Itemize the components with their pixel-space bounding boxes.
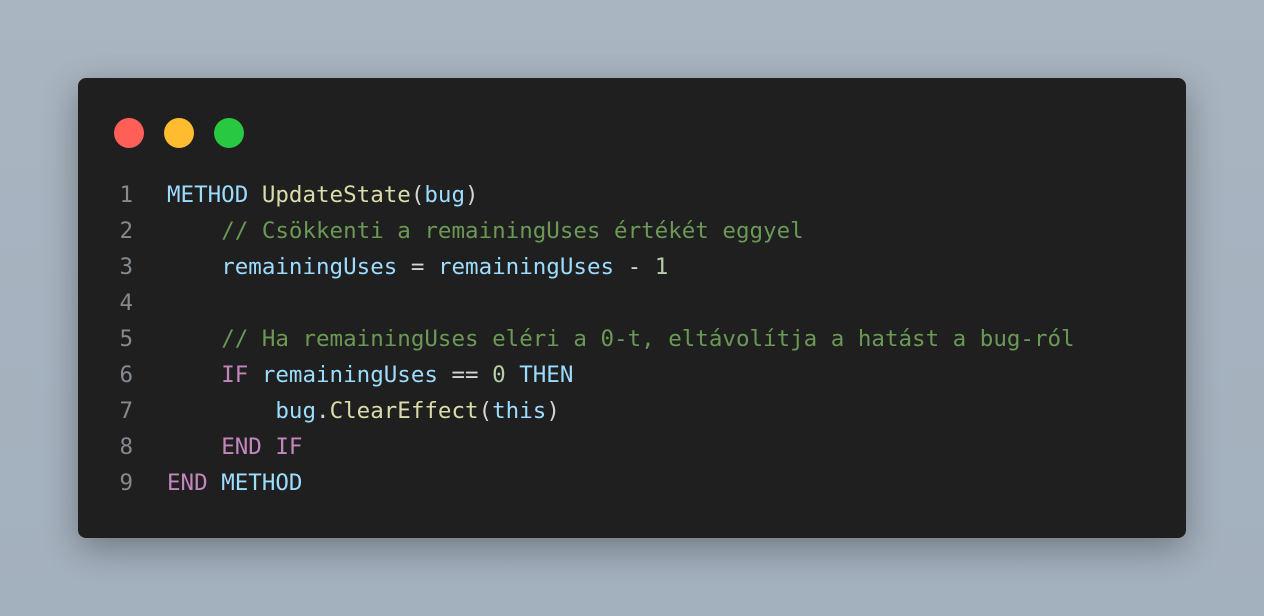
line-number: 2 <box>119 218 133 244</box>
code-line: 8 END IF <box>78 429 1186 465</box>
line-number: 3 <box>119 254 133 280</box>
code-line: 5 // Ha remainingUses eléri a 0-t, eltáv… <box>78 321 1186 357</box>
code-token: THEN <box>519 362 574 388</box>
code-line: 3 remainingUses = remainingUses - 1 <box>78 249 1186 285</box>
line-number: 1 <box>119 182 133 208</box>
window-controls <box>114 118 244 148</box>
code-token: IF <box>275 434 303 460</box>
code-token: END <box>167 470 208 496</box>
code-token: METHOD <box>221 470 303 496</box>
line-code: METHOD UpdateState(bug) <box>167 182 479 208</box>
code-token: ( <box>410 182 425 208</box>
line-number: 5 <box>119 326 133 352</box>
code-line: 6 IF remainingUses == 0 THEN <box>78 357 1186 393</box>
code-token: remainingUses <box>221 254 398 280</box>
code-line: 7 bug.ClearEffect(this) <box>78 393 1186 429</box>
code-token: this <box>492 398 547 424</box>
code-token: 1 <box>654 254 669 280</box>
minimize-button[interactable] <box>164 118 194 148</box>
zoom-button[interactable] <box>214 118 244 148</box>
code-token: METHOD <box>167 182 249 208</box>
code-token: remainingUses <box>437 254 615 280</box>
code-line: 2 // Csökkenti a remainingUses értékét e… <box>78 213 1186 249</box>
line-code: // Csökkenti a remainingUses értékét egg… <box>167 218 804 244</box>
code-token: == <box>437 362 493 388</box>
code-window: 1 METHOD UpdateState(bug) 2 // Csökkenti a… <box>78 78 1186 538</box>
code-token: = <box>397 254 438 280</box>
line-code: remainingUses = remainingUses - 1 <box>167 254 668 280</box>
code-token: // Csökkenti a remainingUses értékét egg… <box>221 218 804 244</box>
line-code: END METHOD <box>167 470 302 496</box>
code-line: 9 END METHOD <box>78 465 1186 501</box>
line-number: 8 <box>119 434 133 460</box>
line-code: bug.ClearEffect(this) <box>167 398 560 424</box>
code-token: // Ha remainingUses eléri a 0-t, eltávol… <box>221 326 1075 352</box>
code-token: IF <box>221 362 249 388</box>
code-token: ) <box>546 398 560 424</box>
line-number: 4 <box>119 290 133 316</box>
code-token: 0 <box>492 362 506 388</box>
code-block: 1 METHOD UpdateState(bug) 2 // Csökkenti a… <box>78 177 1186 501</box>
line-number: 9 <box>119 470 133 496</box>
code-token: ( <box>478 398 493 424</box>
code-token: END <box>221 434 262 460</box>
code-token: UpdateState <box>261 182 411 208</box>
line-number: 6 <box>119 362 133 388</box>
code-token: ClearEffect <box>329 398 479 424</box>
code-token: . <box>316 398 330 424</box>
code-token: bug <box>275 398 317 424</box>
line-code: // Ha remainingUses eléri a 0-t, eltávol… <box>167 326 1075 352</box>
close-button[interactable] <box>114 118 144 148</box>
code-token: bug <box>424 182 466 208</box>
code-token: ) <box>465 182 479 208</box>
code-token: - <box>614 254 655 280</box>
line-code: END IF <box>167 434 302 460</box>
code-line: 4 <box>78 285 1186 321</box>
code-line: 1 METHOD UpdateState(bug) <box>78 177 1186 213</box>
line-number: 7 <box>119 398 133 424</box>
code-token: remainingUses <box>261 362 438 388</box>
line-code: IF remainingUses == 0 THEN <box>167 362 573 388</box>
